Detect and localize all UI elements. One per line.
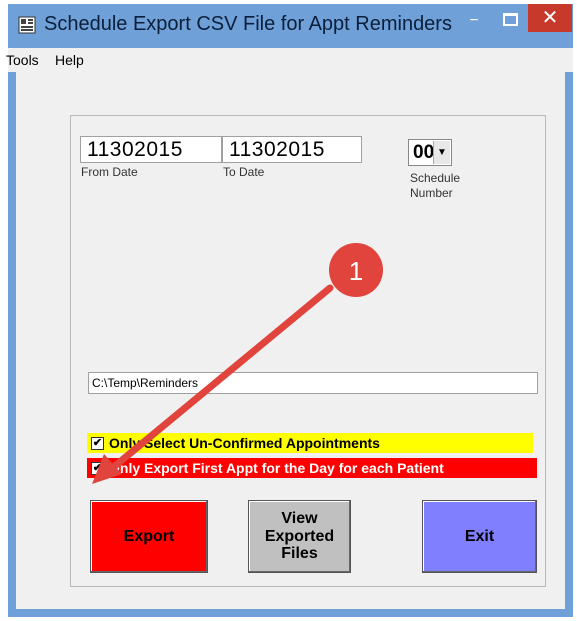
unconfirmed-only-option[interactable]: ✔ Only Select Un-Confirmed Appointments — [87, 433, 533, 453]
minimize-button[interactable]: − — [460, 12, 488, 30]
schedule-number-label-line2: Number — [410, 186, 453, 200]
view-exported-files-label: View Exported Files — [265, 510, 334, 563]
window-title: Schedule Export CSV File for Appt Remind… — [44, 13, 452, 35]
from-date-input[interactable] — [80, 136, 222, 163]
unconfirmed-only-label: Only Select Un-Confirmed Appointments — [109, 435, 380, 451]
view-label-line3: Files — [281, 545, 318, 563]
app-icon — [18, 16, 36, 34]
to-date-label: To Date — [223, 165, 265, 179]
maximize-icon — [503, 13, 518, 26]
chevron-down-icon[interactable]: ▼ — [433, 141, 450, 164]
app-window: Schedule Export CSV File for Appt Remind… — [6, 4, 573, 617]
first-appt-only-option[interactable]: ✔ Only Export First Appt for the Day for… — [87, 458, 537, 478]
view-label-line2: Exported — [264, 527, 335, 545]
menu-help[interactable]: Help — [55, 52, 84, 68]
schedule-number-label-line1: Schedule — [410, 171, 461, 185]
menu-bar: Tools Help — [6, 48, 573, 72]
schedule-number-value: 00 — [413, 142, 435, 163]
unconfirmed-only-checkbox[interactable]: ✔ — [91, 437, 104, 450]
first-appt-only-checkbox[interactable]: ✔ — [91, 462, 104, 475]
to-date-input[interactable] — [222, 136, 362, 163]
export-button[interactable]: Export — [90, 500, 208, 573]
schedule-number-select[interactable]: 00 ▼ — [408, 139, 452, 166]
form-area: From Date To Date 00 ▼ Schedule Number ✔… — [16, 72, 565, 609]
exit-button[interactable]: Exit — [422, 500, 537, 573]
from-date-label: From Date — [81, 165, 138, 179]
close-button[interactable]: ✕ — [528, 4, 572, 32]
first-appt-only-label: Only Export First Appt for the Day for e… — [109, 460, 444, 476]
menu-tools[interactable]: Tools — [6, 52, 39, 68]
view-exported-files-button[interactable]: View Exported Files — [248, 500, 351, 573]
export-path-input[interactable] — [88, 372, 538, 394]
title-bar[interactable]: Schedule Export CSV File for Appt Remind… — [8, 4, 573, 48]
view-label-line1: View — [281, 510, 318, 528]
maximize-button[interactable] — [495, 10, 523, 30]
